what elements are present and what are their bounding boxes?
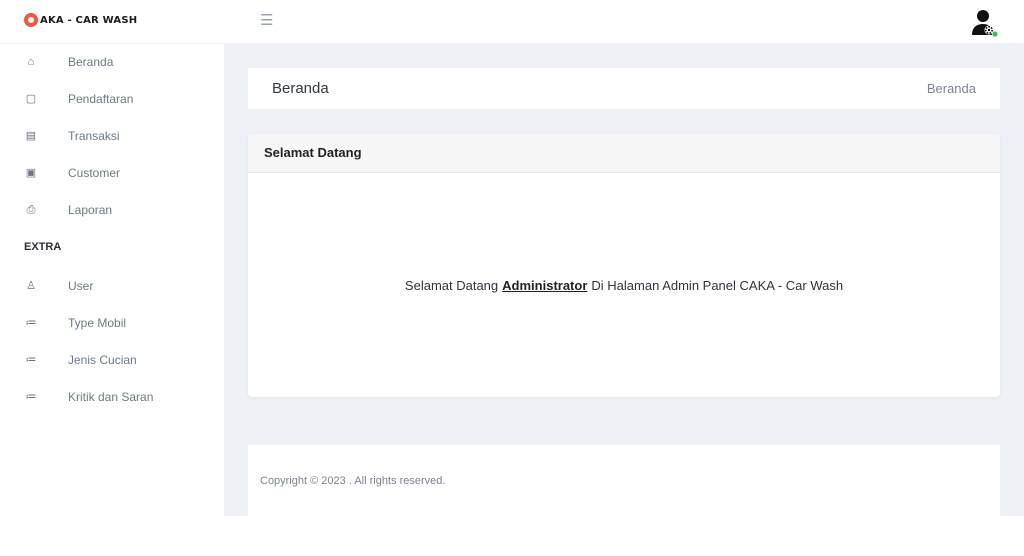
receipt-icon: ▤ — [25, 130, 37, 142]
welcome-user-name: Administrator — [502, 277, 588, 293]
clipboard-icon: ▢ — [25, 93, 37, 105]
sidebar-item-transaksi[interactable]: ▤ Transaksi — [0, 123, 224, 149]
sidebar-item-label: Jenis Cucian — [68, 353, 137, 367]
sidebar-item-label: Beranda — [68, 55, 114, 69]
welcome-card: Selamat Datang Selamat Datang Administra… — [248, 134, 1000, 397]
sidebar-item-type-mobil[interactable]: ≔ Type Mobil — [0, 310, 224, 336]
sidebar-item-label: Kritik dan Saran — [68, 390, 154, 404]
page-header: Beranda Beranda — [248, 68, 1000, 109]
sidebar-item-label: Customer — [68, 166, 121, 180]
breadcrumb[interactable]: Beranda — [927, 81, 976, 96]
card-body: Selamat Datang Administrator Di Halaman … — [248, 173, 1000, 397]
sidebar-item-beranda[interactable]: ⌂ Beranda — [0, 49, 224, 75]
sidebar-item-user[interactable]: ♙ User — [0, 273, 224, 299]
brand-logo-icon — [24, 13, 38, 27]
id-card-icon: ▣ — [25, 167, 37, 179]
sidebar-item-label: Transaksi — [68, 129, 120, 143]
page-title: Beranda — [272, 80, 329, 97]
card-header: Selamat Datang — [248, 134, 1000, 173]
list-icon: ≔ — [25, 391, 37, 403]
footer: Copyright © 2023 . All rights reserved. — [248, 445, 1000, 516]
sidebar-item-customer[interactable]: ▣ Customer — [0, 160, 224, 186]
sidebar-item-label: Type Mobil — [68, 316, 127, 330]
sidebar-item-pendaftaran[interactable]: ▢ Pendaftaran — [0, 86, 224, 112]
list-icon: ≔ — [25, 317, 37, 329]
sidebar: ⌂ Beranda ▢ Pendaftaran ▤ Transaksi ▣ Cu… — [0, 44, 224, 556]
printer-icon: ⎙ — [26, 204, 36, 216]
home-icon: ⌂ — [27, 56, 35, 68]
top-header: AKA - CAR WASH ☰ — [0, 0, 1024, 44]
list-icon: ≔ — [25, 354, 37, 366]
brand-name: AKA - CAR WASH — [40, 14, 138, 26]
hamburger-icon[interactable]: ☰ — [260, 13, 273, 29]
sidebar-item-kritik-dan-saran[interactable]: ≔ Kritik dan Saran — [0, 384, 224, 410]
user-settings-icon[interactable] — [968, 7, 998, 37]
welcome-message-suffix: Di Halaman Admin Panel CAKA - Car Wash — [591, 277, 844, 293]
sidebar-item-laporan[interactable]: ⎙ Laporan — [0, 197, 224, 223]
brand-logo-link[interactable]: AKA - CAR WASH — [24, 13, 137, 27]
sidebar-item-label: Pendaftaran — [68, 92, 134, 106]
welcome-message-prefix: Selamat Datang — [404, 277, 499, 293]
sidebar-item-label: User — [68, 279, 94, 293]
card-title: Selamat Datang — [264, 145, 362, 160]
sidebar-item-jenis-cucian[interactable]: ≔ Jenis Cucian — [0, 347, 224, 373]
copyright-text: Copyright © 2023 . All rights reserved. — [260, 475, 446, 487]
main-content: Beranda Beranda Selamat Datang Selamat D… — [224, 44, 1024, 516]
sidebar-section-heading: EXTRA — [24, 241, 62, 253]
user-icon: ♙ — [26, 280, 36, 292]
sidebar-item-label: Laporan — [68, 203, 113, 217]
